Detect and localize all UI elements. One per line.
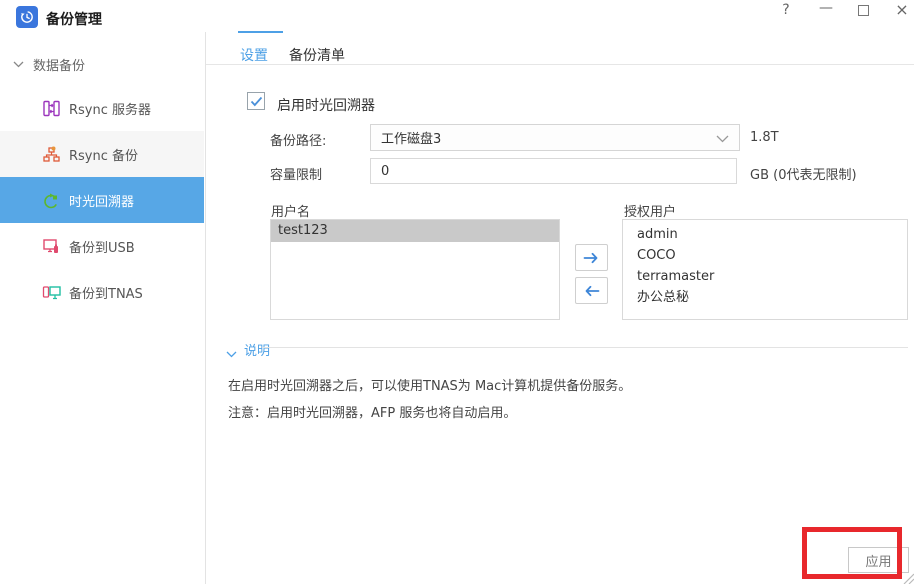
backup-path-label: 备份路径:: [270, 130, 326, 149]
authorized-list-label: 授权用户: [624, 201, 676, 220]
arrow-right-icon: [583, 252, 600, 264]
note-line-2: 注意：启用时光回溯器，AFP 服务也将自动启用。: [228, 402, 516, 421]
sidebar-group-data-backup[interactable]: 数据备份: [0, 52, 204, 76]
note-line-1: 在启用时光回溯器之后，可以使用TNAS为 Mac计算机提供备份服务。: [228, 375, 631, 394]
checkmark-icon: [250, 96, 263, 107]
quota-hint: GB (0代表无限制): [750, 164, 857, 183]
backup-path-select[interactable]: 工作磁盘3: [370, 124, 740, 151]
window-title: 备份管理: [46, 9, 102, 29]
sidebar-item-label: Rsync 服务器: [69, 99, 151, 118]
sidebar-item-backup-tnas[interactable]: 备份到TNAS: [0, 269, 204, 315]
sidebar-item-time-machine[interactable]: 时光回溯器: [0, 177, 204, 223]
sidebar-item-rsync-server[interactable]: Rsync 服务器: [0, 85, 204, 131]
move-right-button[interactable]: [575, 244, 608, 271]
active-tab-indicator: [238, 31, 283, 33]
sidebar-item-label: 备份到USB: [69, 237, 135, 256]
backup-tnas-icon: [42, 283, 61, 302]
arrow-left-icon: [583, 285, 600, 297]
authorized-listbox[interactable]: admin COCO terramaster 办公总秘: [622, 219, 908, 320]
time-machine-icon: [42, 191, 61, 210]
quota-label: 容量限制: [270, 164, 322, 183]
enable-time-machine-label: 启用时光回溯器: [277, 95, 375, 115]
move-left-button[interactable]: [575, 277, 608, 304]
rsync-server-icon: [42, 99, 61, 118]
chevron-down-icon: [13, 57, 24, 72]
enable-time-machine-checkbox[interactable]: [247, 92, 265, 110]
tab-settings[interactable]: 设置: [240, 45, 268, 65]
quota-input[interactable]: [370, 158, 737, 184]
maximize-button[interactable]: [858, 5, 869, 16]
chevron-down-icon: [226, 343, 237, 362]
tab-backup-list[interactable]: 备份清单: [289, 45, 345, 65]
list-item-selected[interactable]: test123: [271, 220, 559, 242]
list-item[interactable]: 办公总秘: [623, 287, 907, 308]
sidebar-divider: [205, 32, 206, 584]
sidebar-item-label: 备份到TNAS: [69, 283, 143, 302]
backup-path-value: 工作磁盘3: [381, 128, 441, 147]
sidebar-group-label: 数据备份: [33, 55, 85, 74]
app-history-icon: [16, 6, 38, 28]
sidebar-item-label: 时光回溯器: [69, 191, 134, 210]
sidebar-item-backup-usb[interactable]: 备份到USB: [0, 223, 204, 269]
list-item[interactable]: COCO: [623, 245, 907, 266]
sidebar-item-label: Rsync 备份: [69, 145, 138, 164]
close-button[interactable]: ×: [892, 0, 912, 19]
minimize-button[interactable]: —: [816, 0, 836, 16]
backup-manager-window: 备份管理 ? — × 数据备份 Rsync 服务器: [0, 0, 914, 584]
note-divider: [262, 347, 908, 348]
backup-usb-icon: [42, 237, 61, 256]
sidebar-item-rsync-backup[interactable]: Rsync 备份: [0, 131, 204, 177]
users-listbox[interactable]: test123: [270, 219, 560, 320]
list-item[interactable]: terramaster: [623, 266, 907, 287]
help-button[interactable]: ?: [776, 2, 796, 18]
list-item[interactable]: admin: [623, 224, 907, 245]
apply-button[interactable]: 应用: [848, 547, 909, 573]
note-section-title[interactable]: 说明: [244, 340, 270, 359]
rsync-backup-icon: [42, 145, 61, 164]
resize-grip-icon[interactable]: [901, 569, 914, 584]
backup-path-capacity: 1.8T: [750, 130, 779, 145]
users-list-label: 用户名: [271, 201, 310, 220]
chevron-down-icon: [716, 128, 729, 147]
tabs-divider: [206, 64, 914, 65]
